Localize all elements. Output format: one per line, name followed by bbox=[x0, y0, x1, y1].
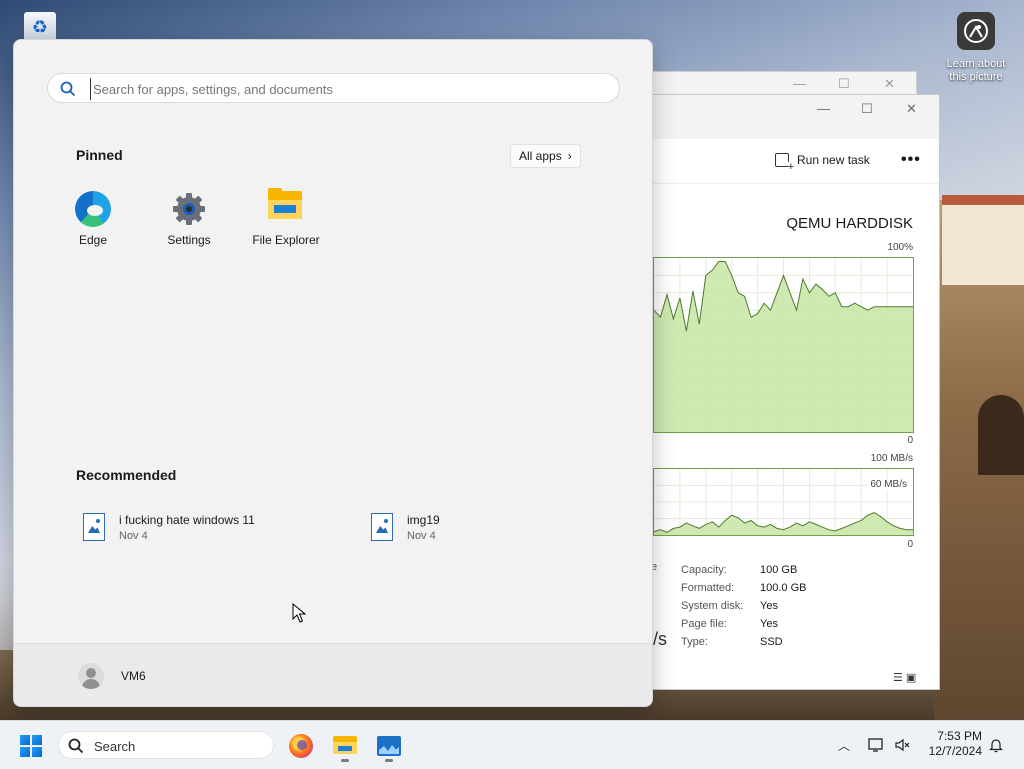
transfer-rate-min-label: 0 bbox=[907, 539, 913, 550]
recommended-item[interactable]: i fucking hate windows 11 Nov 4 bbox=[83, 513, 255, 542]
folder-icon bbox=[333, 736, 357, 754]
start-search-box[interactable] bbox=[47, 73, 620, 103]
maximize-icon[interactable]: ☐ bbox=[838, 76, 850, 92]
recommended-title: Recommended bbox=[76, 467, 177, 483]
property-key: Type: bbox=[681, 636, 708, 648]
disk-property-row: Type: SSD bbox=[681, 633, 931, 651]
minimize-icon[interactable]: — bbox=[793, 76, 806, 91]
windows-start-icon[interactable] bbox=[20, 735, 42, 757]
recommended-item-name: img19 bbox=[407, 513, 440, 527]
pinned-app-label: File Explorer bbox=[252, 233, 320, 247]
chevron-right-icon: › bbox=[567, 149, 572, 163]
disk-property-row: Capacity: 100 GB bbox=[681, 561, 931, 579]
disk-name: QEMU HARDDISK bbox=[786, 215, 913, 232]
recommended-item-date: Nov 4 bbox=[119, 530, 148, 542]
folder-icon bbox=[268, 188, 304, 227]
learn-label-1: Learn about bbox=[946, 58, 1006, 70]
active-time-max-label: 100% bbox=[887, 242, 913, 253]
taskbar-file-explorer[interactable] bbox=[330, 731, 360, 762]
property-key: Formatted: bbox=[681, 582, 735, 594]
minimize-icon[interactable]: — bbox=[817, 101, 830, 116]
network-icon[interactable] bbox=[868, 737, 886, 756]
learn-label-2: this picture bbox=[949, 71, 1003, 83]
pinned-app-label: Edge bbox=[78, 233, 108, 247]
more-options-button[interactable]: ••• bbox=[901, 151, 921, 169]
property-value: 100 GB bbox=[760, 564, 798, 576]
taskbar-search-label: Search bbox=[94, 739, 136, 754]
mouse-cursor-icon bbox=[292, 602, 307, 626]
start-menu: Pinned All apps › Edge bbox=[13, 39, 653, 707]
gear-icon bbox=[171, 191, 207, 227]
desktop-scenery-building bbox=[942, 195, 1024, 285]
all-apps-button[interactable]: All apps › bbox=[510, 144, 581, 168]
running-indicator bbox=[385, 759, 393, 762]
search-icon bbox=[68, 738, 84, 757]
pinned-app-edge[interactable]: Edge bbox=[48, 191, 138, 247]
task-manager-titlebar[interactable]: — ☐ ✕ bbox=[653, 95, 939, 139]
close-icon[interactable]: ✕ bbox=[884, 76, 895, 92]
user-avatar-icon[interactable] bbox=[78, 663, 104, 689]
pinned-title: Pinned bbox=[76, 147, 123, 163]
property-value: Yes bbox=[760, 618, 778, 630]
volume-muted-icon[interactable] bbox=[894, 737, 910, 756]
start-search-input[interactable] bbox=[90, 78, 595, 100]
taskbar-firefox[interactable] bbox=[286, 731, 316, 761]
disk-property-row: System disk: Yes bbox=[681, 597, 931, 615]
pinned-app-file-explorer[interactable]: File Explorer bbox=[241, 188, 331, 247]
active-time-graph bbox=[653, 257, 914, 433]
chevron-up-icon[interactable]: ︿ bbox=[838, 737, 850, 754]
user-name[interactable]: VM6 bbox=[121, 669, 146, 683]
active-time-chart bbox=[653, 258, 913, 432]
property-key: System disk: bbox=[681, 600, 744, 612]
task-manager-icon bbox=[377, 736, 401, 756]
task-manager-toolbar: Run new task ••• bbox=[653, 139, 939, 184]
camera-icon bbox=[957, 12, 995, 50]
image-file-icon bbox=[83, 513, 105, 541]
property-key: Capacity: bbox=[681, 564, 727, 576]
desktop-scenery-arch bbox=[978, 395, 1024, 475]
recommended-item-date: Nov 4 bbox=[407, 530, 436, 542]
disk-property-row: Page file: Yes bbox=[681, 615, 931, 633]
start-menu-footer: VM6 bbox=[14, 643, 652, 706]
truncated-speed-label: /s bbox=[653, 629, 668, 649]
view-toggle-icons[interactable]: ☰ ▣ bbox=[893, 671, 916, 684]
taskbar-task-manager[interactable] bbox=[374, 731, 404, 762]
taskbar-search[interactable]: Search bbox=[58, 731, 274, 759]
all-apps-label: All apps bbox=[519, 149, 562, 163]
firefox-icon bbox=[289, 734, 313, 758]
clock-time: 7:53 PM bbox=[937, 729, 982, 743]
taskbar-clock[interactable]: 7:53 PM 12/7/2024 bbox=[920, 729, 982, 759]
pinned-app-label: Settings bbox=[167, 233, 211, 247]
notification-bell-icon[interactable] bbox=[988, 737, 1004, 756]
property-value: 100.0 GB bbox=[760, 582, 807, 594]
task-manager-window: — ☐ ✕ Run new task ••• QEMU HARDDISK 100… bbox=[652, 94, 940, 690]
search-icon bbox=[60, 81, 76, 100]
learn-about-picture[interactable]: Learn about this picture bbox=[940, 12, 1012, 84]
disk-properties: Capacity: 100 GB Formatted: 100.0 GB System … bbox=[681, 561, 931, 651]
area-fill bbox=[654, 261, 913, 432]
clock-date: 12/7/2024 bbox=[928, 744, 982, 758]
disk-property-row: Formatted: 100.0 GB bbox=[681, 579, 931, 597]
property-key: Page file: bbox=[681, 618, 727, 630]
active-time-min-label: 0 bbox=[907, 435, 913, 446]
property-value: Yes bbox=[760, 600, 778, 612]
taskbar: Search ︿ 7:53 PM 12/7/2024 bbox=[0, 720, 1024, 769]
recommended-item[interactable]: img19 Nov 4 bbox=[371, 513, 440, 542]
pinned-app-settings[interactable]: Settings bbox=[144, 191, 234, 247]
recycle-bin-icon[interactable]: ♻ bbox=[24, 12, 56, 42]
close-icon[interactable]: ✕ bbox=[906, 101, 917, 117]
recommended-item-name: i fucking hate windows 11 bbox=[119, 513, 255, 527]
property-value: SSD bbox=[760, 636, 783, 648]
transfer-rate-mid-label: 60 MB/s bbox=[868, 479, 909, 490]
image-file-icon bbox=[371, 513, 393, 541]
run-new-task-label: Run new task bbox=[797, 153, 870, 167]
run-new-task-button[interactable]: Run new task bbox=[775, 153, 870, 173]
transfer-rate-max-label: 100 MB/s bbox=[870, 453, 913, 464]
run-task-icon bbox=[775, 153, 794, 173]
maximize-icon[interactable]: ☐ bbox=[861, 101, 873, 117]
edge-icon bbox=[75, 191, 111, 227]
running-indicator bbox=[341, 759, 349, 762]
